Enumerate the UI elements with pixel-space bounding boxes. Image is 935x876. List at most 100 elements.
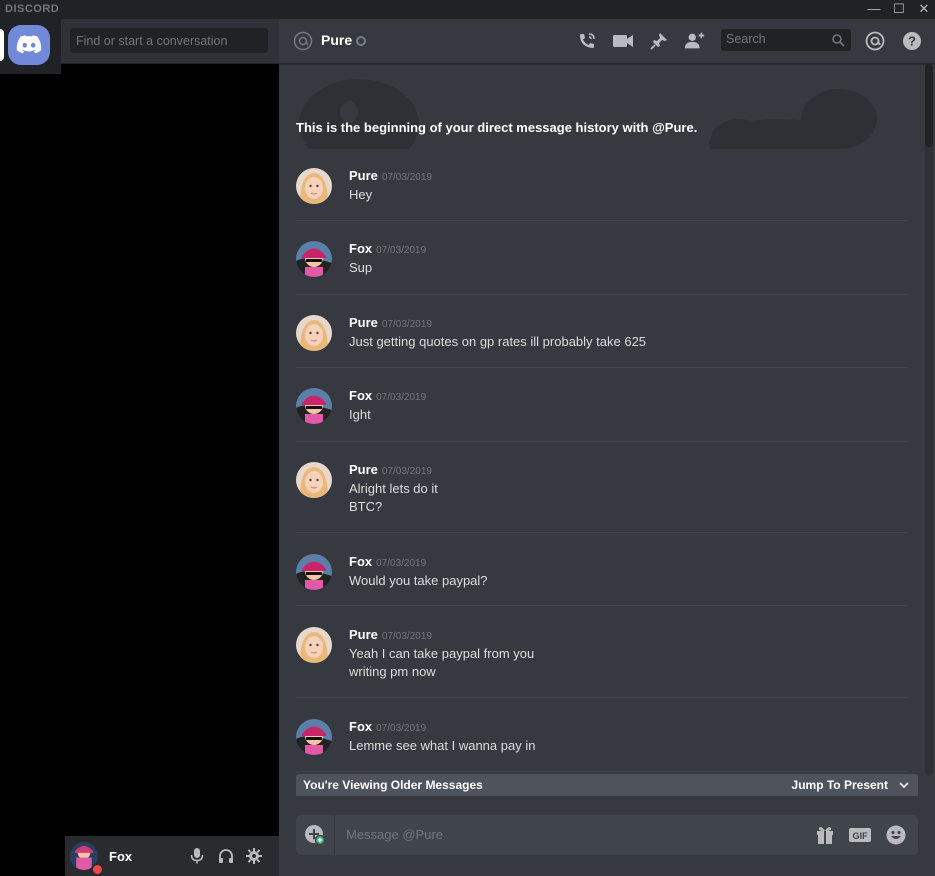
message-content: Yeah I can take paypal from you: [349, 646, 535, 661]
user-panel: Fox: [65, 836, 279, 876]
message-author[interactable]: Pure 07/03/2019: [349, 168, 432, 183]
avatar[interactable]: [296, 241, 332, 277]
avatar[interactable]: [296, 168, 332, 204]
message-input[interactable]: Message @Pure: [346, 827, 443, 842]
gif-picker-button[interactable]: GIF: [849, 824, 871, 846]
message-timestamp: 07/03/2019: [381, 631, 432, 642]
at-sign-icon: [865, 31, 885, 51]
message-divider: [296, 532, 908, 533]
message-divider: [296, 605, 908, 606]
older-messages-label: You're Viewing Older Messages: [303, 778, 483, 792]
search-input[interactable]: Search: [721, 29, 851, 51]
add-user-icon: [684, 32, 705, 49]
mentions-button[interactable]: [864, 30, 886, 52]
intro-background-illustration: [299, 79, 877, 149]
add-friend-to-dm-button[interactable]: [684, 30, 706, 52]
message-timestamp: 07/03/2019: [376, 245, 427, 256]
message-author[interactable]: Pure 07/03/2019: [349, 627, 432, 642]
headphones-icon: [219, 849, 233, 863]
avatar[interactable]: [296, 554, 332, 590]
user-settings-button[interactable]: [244, 846, 264, 866]
author-name[interactable]: Pure: [349, 627, 378, 642]
video-call-button[interactable]: [612, 30, 634, 52]
maximize-button[interactable]: ☐: [887, 0, 911, 19]
dm-intro-text: This is the beginning of your direct mes…: [296, 120, 697, 135]
avatar[interactable]: [296, 719, 332, 755]
close-window-button[interactable]: ✕: [912, 0, 935, 19]
avatar[interactable]: [296, 388, 332, 424]
help-icon: ?: [903, 32, 921, 50]
help-button[interactable]: ?: [901, 30, 923, 52]
svg-text:GIF: GIF: [853, 831, 869, 841]
message-content: writing pm now: [349, 664, 436, 679]
status-offline-icon: [356, 36, 366, 46]
intro-suffix: .: [693, 120, 698, 135]
pinned-messages-button[interactable]: [648, 30, 670, 52]
search-placeholder: Search: [726, 32, 766, 46]
message-content: Alright lets do it: [349, 481, 438, 496]
mute-mic-button[interactable]: [187, 846, 207, 866]
message-divider: [296, 771, 908, 772]
message-author[interactable]: Fox 07/03/2019: [349, 388, 426, 403]
phone-call-icon: [580, 33, 595, 48]
message-timestamp: 07/03/2019: [381, 172, 432, 183]
svg-text:?: ?: [908, 34, 916, 49]
message-content: Lemme see what I wanna pay in: [349, 738, 536, 753]
message-timestamp: 07/03/2019: [376, 392, 427, 403]
author-name[interactable]: Pure: [349, 168, 378, 183]
selected-indicator: [0, 29, 4, 61]
deafen-button[interactable]: [216, 846, 236, 866]
message-author[interactable]: Pure 07/03/2019: [349, 315, 432, 330]
gift-button[interactable]: [814, 824, 836, 846]
gear-icon: [246, 848, 262, 864]
dm-search-area: [61, 19, 279, 64]
message-content: BTC?: [349, 499, 383, 514]
message-content: Sup: [349, 260, 373, 275]
gift-icon: [817, 827, 833, 844]
scrollbar-thumb[interactable]: [925, 64, 933, 147]
channel-title: Pure: [321, 32, 353, 48]
author-name[interactable]: Fox: [349, 241, 372, 256]
message-content: Ight: [349, 407, 371, 422]
message-content: Would you take paypal?: [349, 573, 488, 588]
author-name[interactable]: Fox: [349, 388, 372, 403]
smiley-icon: [886, 825, 906, 845]
message-divider: [296, 367, 908, 368]
author-name[interactable]: Pure: [349, 315, 378, 330]
message-composer: Message @Pure GIF: [296, 815, 918, 855]
author-name[interactable]: Fox: [349, 554, 372, 569]
message-divider: [296, 220, 908, 221]
message-divider: [296, 697, 908, 698]
home-button[interactable]: [8, 25, 50, 65]
avatar[interactable]: [296, 315, 332, 351]
older-messages-bar[interactable]: You're Viewing Older Messages Jump To Pr…: [296, 774, 918, 796]
message-list[interactable]: This is the beginning of your direct mes…: [279, 64, 935, 776]
emoji-picker-button[interactable]: [885, 824, 907, 846]
intro-mention[interactable]: @Pure: [652, 120, 694, 135]
avatar[interactable]: [296, 462, 332, 498]
avatar[interactable]: [296, 627, 332, 663]
find-conversation-input[interactable]: [70, 28, 268, 53]
message-timestamp: 07/03/2019: [381, 319, 432, 330]
gif-icon: GIF: [849, 828, 871, 842]
message-author[interactable]: Fox 07/03/2019: [349, 554, 426, 569]
message-author[interactable]: Fox 07/03/2019: [349, 719, 426, 734]
app-brand: DISCORD: [5, 3, 60, 15]
author-name[interactable]: Fox: [349, 719, 372, 734]
message-divider: [296, 441, 908, 442]
voice-call-button[interactable]: [576, 30, 598, 52]
jump-to-present-button[interactable]: Jump To Present: [792, 778, 888, 792]
guild-home-area: [0, 19, 61, 74]
message-author[interactable]: Pure 07/03/2019: [349, 462, 432, 477]
chat-main: Pure Search ? This is the beginning of y…: [279, 19, 935, 876]
upload-plus-icon[interactable]: [304, 824, 326, 846]
at-sign-icon: [293, 31, 313, 51]
chevron-down-icon[interactable]: [898, 779, 910, 791]
message-author[interactable]: Fox 07/03/2019: [349, 241, 426, 256]
video-camera-icon: [613, 35, 633, 47]
guild-list: [0, 19, 61, 876]
author-name[interactable]: Pure: [349, 462, 378, 477]
minimize-button[interactable]: —: [862, 0, 886, 19]
scrollbar[interactable]: [925, 64, 933, 776]
discord-logo-icon: [16, 35, 42, 54]
